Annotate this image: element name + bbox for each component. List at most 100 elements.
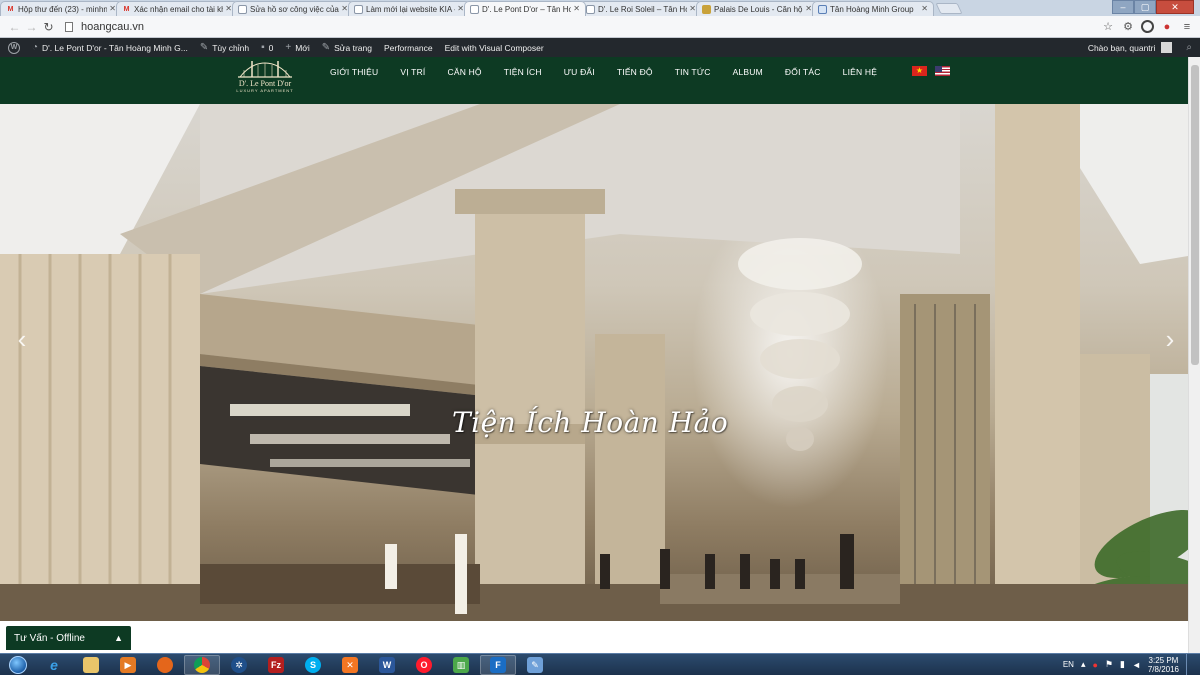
browser-tab[interactable]: Palais De Louis - Căn hộ 8 ✕: [696, 1, 818, 16]
reload-icon[interactable]: ↻: [40, 20, 57, 34]
chevron-up-icon[interactable]: ▲: [114, 633, 123, 643]
taskbar-app[interactable]: Fz: [258, 655, 294, 675]
bookmark-star-icon[interactable]: ☆: [1101, 20, 1115, 34]
browser-tab-active[interactable]: D'. Le Pont D'or – Tân Hoà ✕: [464, 1, 586, 16]
taskbar-app[interactable]: ▥: [443, 655, 479, 675]
globe-icon: [818, 4, 827, 14]
admin-comments[interactable]: ▪ 0: [261, 42, 273, 53]
admin-performance[interactable]: Performance: [384, 43, 433, 53]
maximize-icon[interactable]: ▢: [1134, 0, 1156, 14]
browser-tab[interactable]: D'. Le Roi Soleil – Tân Hoà ✕: [580, 1, 702, 16]
usa-flag-icon[interactable]: [935, 66, 950, 76]
comment-count: 0: [268, 42, 274, 53]
close-window-icon[interactable]: ✕: [1156, 0, 1194, 14]
extension-color-icon[interactable]: ●: [1160, 20, 1174, 34]
back-arrow-icon[interactable]: ←: [6, 20, 23, 34]
vietnam-flag-icon[interactable]: ★: [912, 66, 927, 76]
close-tab-icon[interactable]: ✕: [109, 4, 116, 13]
gold-icon: [702, 4, 711, 14]
taskbar-app[interactable]: ✲: [221, 655, 257, 675]
admin-site-name[interactable]: ◔ D'. Le Pont D'or - Tân Hoàng Minh G...: [32, 42, 188, 53]
scrollbar-thumb[interactable]: [1191, 65, 1199, 365]
menu-item-tien-ich[interactable]: TIỆN ÍCH: [504, 67, 542, 77]
browser-tab[interactable]: M Hộp thư đến (23) - minhn ✕: [0, 1, 122, 16]
close-tab-icon[interactable]: ✕: [921, 4, 928, 13]
slider-next-icon[interactable]: ›: [1160, 324, 1180, 354]
ie-icon: e: [50, 656, 58, 673]
admin-edit-page[interactable]: ✎ Sửa trang: [322, 42, 372, 53]
extension-circle-icon[interactable]: [1141, 20, 1154, 33]
page-info-icon[interactable]: [65, 21, 73, 32]
taskbar-app[interactable]: O: [406, 655, 442, 675]
forward-arrow-icon[interactable]: →: [23, 20, 40, 34]
tab-title: D'. Le Pont D'or – Tân Hoà: [482, 4, 571, 14]
avatar[interactable]: [1161, 42, 1173, 53]
browser-tab[interactable]: Làm mới lại website KIA - ✕: [348, 1, 470, 16]
volume-icon[interactable]: ◄: [1132, 660, 1141, 670]
chat-widget[interactable]: Tư Vấn - Offline ▲: [6, 626, 131, 650]
menu-icon[interactable]: ≡: [1180, 20, 1194, 34]
taskbar-app[interactable]: [147, 655, 183, 675]
start-button[interactable]: [0, 655, 36, 675]
search-icon[interactable]: ⌕: [1186, 42, 1192, 53]
site-logo[interactable]: D'. Le Pont D'or LUXURY APARTMENT: [234, 59, 296, 99]
taskbar-app[interactable]: e: [36, 655, 72, 675]
taskbar-app[interactable]: F: [480, 654, 516, 675]
menu-item-lien-he[interactable]: LIÊN HỆ: [843, 67, 877, 77]
slider-prev-icon[interactable]: ‹: [12, 324, 32, 354]
taskbar-app[interactable]: S: [295, 655, 331, 675]
tray-expand-icon[interactable]: ▴: [1081, 659, 1086, 670]
page-scrollbar[interactable]: [1188, 57, 1200, 655]
hero-title: Tiện Ích Hoàn Hảo: [452, 406, 729, 439]
menu-item-tien-do[interactable]: TIẾN ĐỘ: [617, 67, 653, 77]
close-tab-icon[interactable]: ✕: [573, 4, 580, 13]
admin-customize[interactable]: ✎ Tùy chỉnh: [200, 42, 249, 53]
close-tab-icon[interactable]: ✕: [341, 4, 348, 13]
browser-tab[interactable]: Tân Hoàng Minh Group ✕: [812, 1, 934, 16]
extension-icon[interactable]: ⚙: [1121, 20, 1135, 34]
pencil-icon: ✎: [321, 42, 331, 53]
network-signal-icon[interactable]: ▮: [1120, 659, 1125, 670]
menu-item-uu-dai[interactable]: ƯU ĐÃI: [564, 67, 595, 77]
chandelier: [738, 238, 862, 451]
menu-item-gioi-thieu[interactable]: GIỚI THIỆU: [330, 67, 378, 77]
clock-time: 3:25 PM: [1148, 655, 1179, 665]
page-content-area: [0, 621, 1200, 655]
menu-item-tin-tuc[interactable]: TIN TỨC: [675, 67, 711, 77]
system-clock[interactable]: 3:25 PM 7/8/2016: [1148, 656, 1179, 674]
menu-item-vi-tri[interactable]: VỊ TRÍ: [400, 67, 425, 77]
menu-item-can-ho[interactable]: CĂN HỘ: [447, 67, 481, 77]
taskbar-app-active[interactable]: [184, 654, 220, 675]
menu-item-doi-tac[interactable]: ĐỐI TÁC: [785, 67, 821, 77]
language-flags: ★: [912, 66, 950, 76]
show-desktop-button[interactable]: [1186, 653, 1194, 675]
wordpress-logo-icon[interactable]: W: [8, 41, 20, 54]
taskbar-app[interactable]: ▶: [110, 655, 146, 675]
menu-item-album[interactable]: ALBUM: [733, 67, 763, 77]
address-bar[interactable]: hoangcau.vn: [65, 18, 1101, 36]
tray-flag-icon[interactable]: ⚑: [1105, 659, 1113, 670]
tab-title: Tân Hoàng Minh Group: [830, 4, 914, 14]
taskbar-app[interactable]: ✕: [332, 655, 368, 675]
tab-title: Sửa hồ sơ công việc của T: [250, 4, 339, 14]
taskbar-app[interactable]: ✎: [517, 655, 553, 675]
new-tab-button[interactable]: [935, 3, 963, 14]
tray-app-icon[interactable]: ●: [1092, 660, 1097, 670]
admin-visual-composer[interactable]: Edit with Visual Composer: [445, 43, 544, 53]
close-tab-icon[interactable]: ✕: [457, 4, 464, 13]
visual-composer-label: Edit with Visual Composer: [444, 42, 544, 53]
browser-tab[interactable]: M Xác nhận email cho tài kh ✕: [116, 1, 238, 16]
close-tab-icon[interactable]: ✕: [225, 4, 232, 13]
site-name-label: D'. Le Pont D'or - Tân Hoàng Minh G...: [42, 42, 188, 53]
close-tab-icon[interactable]: ✕: [689, 4, 696, 13]
admin-greeting[interactable]: Chào bạn, quantri: [1088, 43, 1156, 53]
close-tab-icon[interactable]: ✕: [805, 4, 812, 13]
filezilla-icon: Fz: [268, 656, 284, 673]
taskbar-app[interactable]: W: [369, 655, 405, 675]
browser-tab[interactable]: Sửa hồ sơ công việc của T ✕: [232, 1, 354, 16]
language-indicator[interactable]: EN: [1063, 660, 1074, 669]
minimize-icon[interactable]: –: [1112, 0, 1134, 14]
taskbar-app[interactable]: [73, 655, 109, 675]
f-app-icon: F: [490, 656, 506, 673]
admin-new[interactable]: + Mới: [285, 42, 309, 53]
